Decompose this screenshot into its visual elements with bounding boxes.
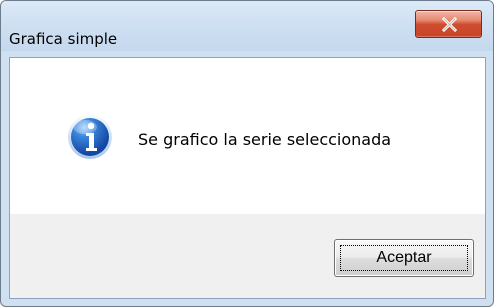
message-dialog: Grafica simple Se grafico la serie selec… bbox=[0, 0, 494, 307]
close-icon bbox=[441, 17, 458, 32]
accept-button[interactable]: Aceptar bbox=[334, 239, 474, 277]
dialog-content: Se grafico la serie seleccionada Aceptar bbox=[9, 57, 486, 299]
information-icon bbox=[68, 115, 112, 159]
dialog-title: Grafica simple bbox=[9, 30, 118, 48]
accept-button-label: Aceptar bbox=[376, 249, 432, 266]
dialog-button-area: Aceptar bbox=[10, 214, 485, 298]
title-bar[interactable]: Grafica simple bbox=[1, 1, 493, 51]
dialog-message: Se grafico la serie seleccionada bbox=[138, 130, 392, 149]
close-button[interactable] bbox=[415, 10, 482, 38]
message-area: Se grafico la serie seleccionada bbox=[10, 58, 485, 214]
